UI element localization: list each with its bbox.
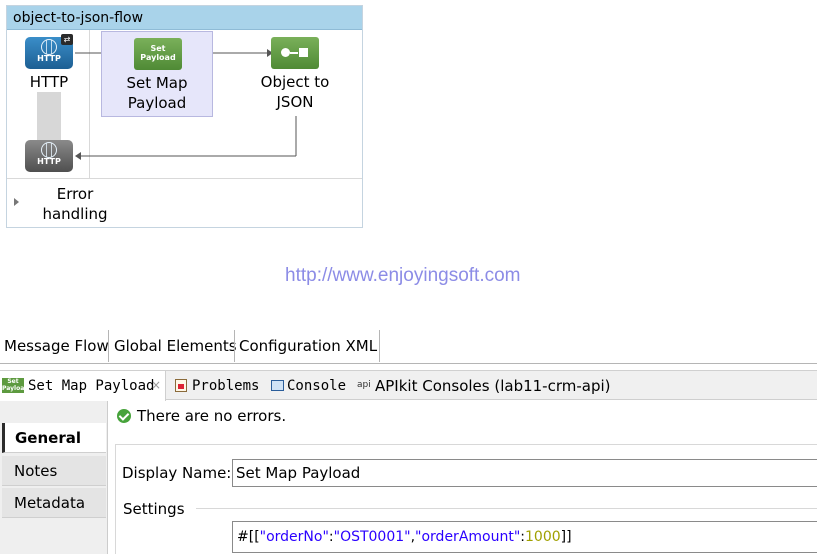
properties-nav: General Notes Metadata xyxy=(0,401,108,554)
nav-general[interactable]: General xyxy=(2,423,106,453)
tab-message-flow[interactable]: Message Flow xyxy=(4,330,109,364)
exchange-pattern-icon: ⇄ xyxy=(61,34,73,45)
expand-triangle-icon[interactable] xyxy=(14,198,19,206)
tab-global-elements[interactable]: Global Elements xyxy=(114,330,237,364)
problems-icon xyxy=(175,379,187,392)
object-to-json-label: Object to JSON xyxy=(260,73,330,111)
set-payload-icon: Set Payload xyxy=(2,378,29,393)
globe-icon xyxy=(41,39,57,55)
view-tab-apikit-consoles[interactable]: APIkit Consoles (lab11-crm-api) xyxy=(375,377,611,395)
display-name-input[interactable]: Set Map Payload xyxy=(232,459,817,487)
nav-notes[interactable]: Notes xyxy=(2,456,106,486)
view-tab-console[interactable]: Console xyxy=(287,378,346,394)
watermark-link: http://www.enjoyingsoft.com xyxy=(285,265,521,286)
editor-tab-bar: Message Flow Global Elements Configurati… xyxy=(0,330,817,364)
http-listener-label: HTTP xyxy=(29,73,69,91)
view-tab-problems[interactable]: Problems xyxy=(192,378,259,394)
tab-configuration-xml[interactable]: Configuration XML xyxy=(239,330,377,364)
http-listener-icon[interactable]: HTTP ⇄ xyxy=(25,34,73,69)
settings-label: Settings xyxy=(123,500,185,518)
set-map-payload-label: Set Map Payload xyxy=(126,74,188,112)
view-tab-bar: Set Payload Set Map Payload × Problems C… xyxy=(0,370,817,401)
check-circle-icon xyxy=(117,409,131,423)
properties-content: There are no errors. Display Name: Set M… xyxy=(109,401,817,554)
console-icon xyxy=(271,380,284,391)
error-handling-label[interactable]: Error handling xyxy=(33,184,117,224)
http-response-icon[interactable]: HTTP xyxy=(25,140,73,172)
set-payload-icon: Set Payload xyxy=(134,38,182,70)
nav-metadata[interactable]: Metadata xyxy=(2,488,106,518)
display-name-label: Display Name: xyxy=(122,464,232,482)
error-handling-divider xyxy=(7,178,362,179)
settings-divider xyxy=(196,508,817,509)
set-map-payload-node[interactable]: Set Payload Set Map Payload xyxy=(101,31,213,117)
flow-canvas: object-to-json-flow HTTP ⇄ HTTP Set Payl… xyxy=(6,5,363,228)
view-tab-set-map-payload[interactable]: Set Payload Set Map Payload × xyxy=(0,371,166,401)
globe-icon xyxy=(41,142,57,158)
close-icon[interactable]: × xyxy=(151,378,161,392)
general-form: Display Name: Set Map Payload Settings #… xyxy=(115,444,817,554)
apikit-icon: api xyxy=(357,380,371,390)
payload-value-input[interactable]: #[["orderNo":"OST0001","orderAmount":100… xyxy=(232,521,817,553)
status-message: There are no errors. xyxy=(137,407,287,425)
object-to-json-icon[interactable] xyxy=(271,37,319,69)
